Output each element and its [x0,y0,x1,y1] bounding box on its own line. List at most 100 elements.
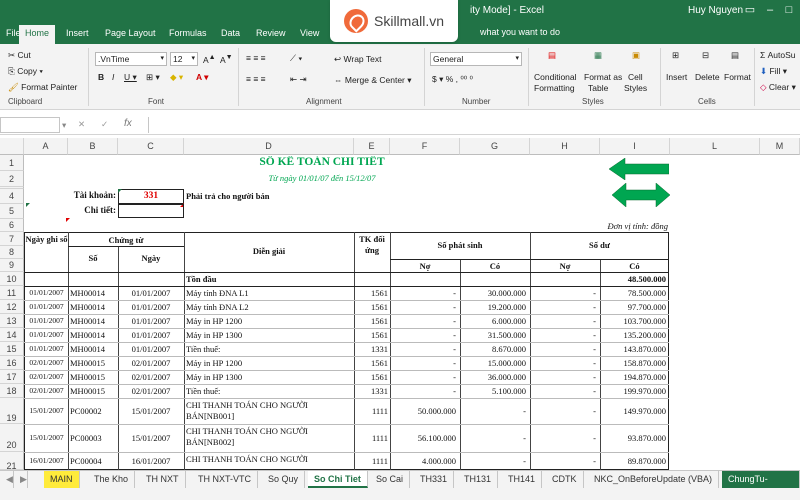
row-header[interactable]: 7 [0,232,24,246]
row-header[interactable]: 19 [0,398,24,424]
cell-debit[interactable]: - [390,344,456,354]
cell-desc[interactable]: CHI THANH TOÁN CHO NGƯỜI [186,426,352,436]
cell-bal-debit[interactable]: - [530,288,596,298]
copy-button[interactable]: ⎘ Copy ▾ [8,66,43,77]
column-header[interactable]: G [460,138,530,155]
cell-credit[interactable]: 19.200.000 [460,302,526,312]
cell-debit[interactable]: 50.000.000 [390,406,456,416]
cell-credit[interactable]: 8.670.000 [460,344,526,354]
row-header[interactable]: 4 [0,189,24,204]
cell-day[interactable]: 01/01/2007 [118,344,184,354]
cell-day[interactable]: 02/01/2007 [118,358,184,368]
cell-bal-credit[interactable]: 143.870.000 [600,344,667,354]
user-name[interactable]: Huy Nguyen [688,5,743,16]
row-header[interactable]: 9 [0,259,24,272]
cell-no[interactable]: MH00015 [70,372,116,382]
underline-button[interactable]: U ▾ [124,72,137,83]
cell-bal-debit[interactable]: - [530,456,596,466]
column-header[interactable]: F [390,138,460,155]
number-format-select[interactable]: General ▾ [430,52,522,66]
align-top-icon[interactable]: ≡ ≡ ≡ [246,53,266,63]
cell-bal-debit[interactable]: - [530,330,596,340]
orientation-icon[interactable]: ⟋ ▾ [290,53,302,64]
cell-debit[interactable]: - [390,372,456,382]
cell-credit[interactable]: 31.500.000 [460,330,526,340]
name-box-dropdown-icon[interactable]: ▾ [62,120,66,131]
cell-day[interactable]: 16/01/2007 [118,456,184,466]
name-box[interactable] [0,117,60,133]
merge-center-button[interactable]: ⇔ Merge & Center ▾ [334,75,412,86]
sheet-tab-the-kho[interactable]: The Kho [88,471,136,488]
cell-no[interactable]: PC00004 [70,456,116,466]
tab-view[interactable]: View [294,25,325,44]
scroll-left-icon[interactable]: ◀ [0,471,14,488]
row-header[interactable]: 21 [0,452,24,471]
cell-no[interactable]: MH00015 [70,386,116,396]
font-color-icon[interactable]: A ▾ [196,72,208,83]
row-header[interactable]: 18 [0,384,24,398]
row-header[interactable]: 5 [0,204,24,219]
cell-desc[interactable]: CHI THANH TOÁN CHO NGƯỜI [186,454,352,464]
cell-no[interactable]: MH00014 [70,316,116,326]
cell-credit[interactable]: 30.000.000 [460,288,526,298]
cell-bal-debit[interactable]: - [530,406,596,416]
cell-desc[interactable]: Tiền thuế: [186,386,352,396]
italic-button[interactable]: I [112,72,114,82]
cell-day[interactable]: 15/01/2007 [118,433,184,443]
sheet-tab-th-nxt-vtc[interactable]: TH NXT-VTC [192,471,258,488]
cancel-icon[interactable]: ✕ [78,119,85,130]
cell-date[interactable]: 01/01/2007 [25,302,68,311]
row-header[interactable]: 2 [0,171,24,187]
cell-date[interactable]: 01/01/2007 [25,316,68,325]
clear-button[interactable]: ◇ Clear ▾ [760,82,796,93]
cell-bal-credit[interactable]: 199.970.000 [600,386,667,396]
tab-formulas[interactable]: Formulas [163,25,213,44]
cell-credit[interactable]: 15.000.000 [460,358,526,368]
row-header[interactable]: 10 [0,272,24,286]
ribbon-display-icon[interactable]: ▭ [742,3,758,17]
cell-tk[interactable]: 1561 [354,316,388,326]
tab-review[interactable]: Review [250,25,292,44]
cell-date[interactable]: 01/01/2007 [25,288,68,297]
cell-bal-debit[interactable]: - [530,433,596,443]
column-header[interactable]: M [760,138,800,155]
cell-bal-credit[interactable]: 103.700.000 [600,316,667,326]
sheet-tab-so-cai[interactable]: So Cai [370,471,411,488]
cell-debit[interactable]: - [390,386,456,396]
cell-bal-credit[interactable]: 149.970.000 [600,406,667,416]
grow-font-button[interactable]: A▲ [203,53,216,65]
cell-bal-debit[interactable]: - [530,344,596,354]
cell-debit[interactable]: - [390,316,456,326]
shrink-font-button[interactable]: A▼ [220,53,233,65]
row-header[interactable]: 1 [0,155,24,171]
insert-function-icon[interactable]: fx [124,118,132,129]
cell-debit[interactable]: 56.100.000 [390,433,456,443]
cut-button[interactable]: ✂ Cut [8,50,31,61]
wrap-text-button[interactable]: ↩ Wrap Text [334,54,381,65]
cell-day[interactable]: 01/01/2007 [118,288,184,298]
cell-desc[interactable]: Máy in HP 1200 [186,358,352,368]
cell-desc[interactable]: Máy tính ĐNA L2 [186,302,352,312]
cell-no[interactable]: PC00003 [70,433,116,443]
tab-insert[interactable]: Insert [60,25,95,44]
column-header[interactable]: C [118,138,184,155]
cell-no[interactable]: MH00014 [70,330,116,340]
cell-tk[interactable]: 1331 [354,386,388,396]
cell-bal-credit[interactable]: 89.870.000 [600,456,666,466]
row-header[interactable]: 13 [0,314,24,328]
cell-debit[interactable]: 4.000.000 [390,456,456,466]
cell-tk[interactable]: 1111 [354,433,388,443]
cell-date[interactable]: 02/01/2007 [25,386,68,395]
align-left-icon[interactable]: ≡ ≡ ≡ [246,74,266,84]
cell-credit[interactable]: - [460,456,526,466]
cell-bal-credit[interactable]: 93.870.000 [600,433,666,443]
cell-date[interactable]: 01/01/2007 [25,344,68,353]
font-size-select[interactable]: 12 ▾ [170,52,198,66]
tab-home[interactable]: Home [19,25,56,44]
cell-tk[interactable]: 1561 [354,302,388,312]
accounting-format-icon[interactable]: $ ▾ % , ⁰⁰ ⁰ [432,74,473,85]
cell-debit[interactable]: - [390,288,456,298]
cell-day[interactable]: 02/01/2007 [118,386,184,396]
row-header[interactable]: 11 [0,286,24,300]
column-header[interactable]: I [600,138,670,155]
